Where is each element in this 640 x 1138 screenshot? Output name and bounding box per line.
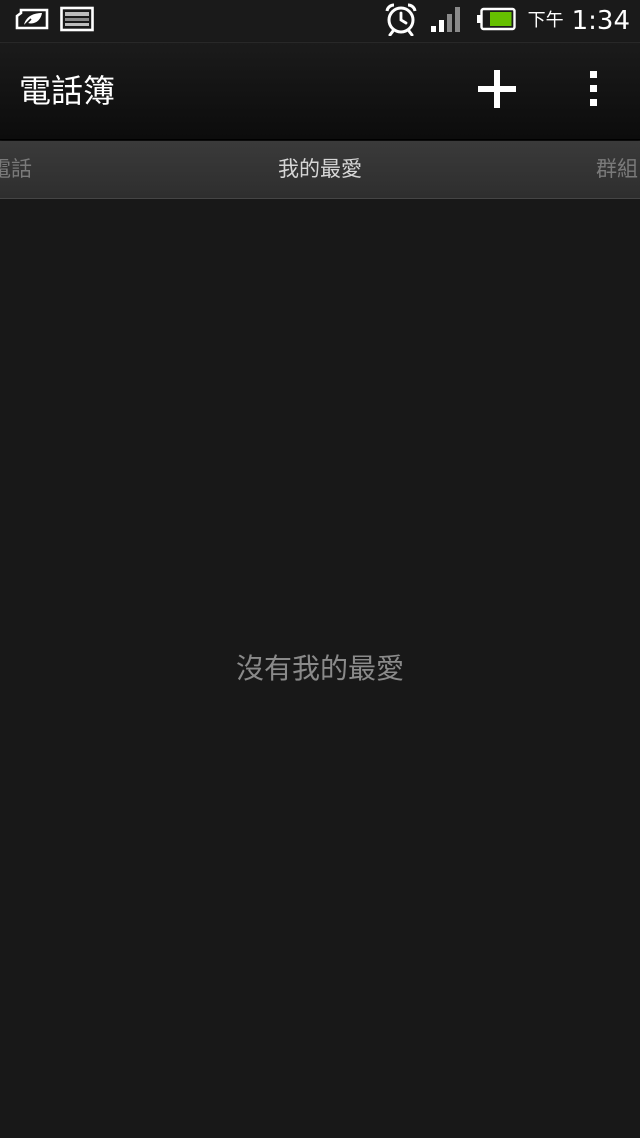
power-saver-icon (14, 6, 50, 36)
signal-icon (430, 5, 464, 37)
tab-favorites[interactable]: 我的最愛 (0, 141, 640, 198)
phonebook-screen: 下午 1:34 電話簿 電話 我的最 (0, 0, 640, 1138)
status-ampm: 下午 (527, 10, 564, 31)
overflow-menu-icon (587, 69, 599, 113)
app-title: 電話簿 (19, 72, 116, 110)
plus-icon (477, 69, 517, 113)
add-contact-button[interactable] (467, 61, 527, 121)
status-bar-left (14, 0, 94, 42)
tab-groups[interactable]: 群組 (596, 141, 638, 198)
status-bar: 下午 1:34 (0, 0, 640, 43)
favorites-list: 沒有我的最愛 (0, 199, 640, 1138)
empty-favorites-message: 沒有我的最愛 (235, 652, 404, 685)
tab-strip: 電話 我的最愛 群組 (0, 141, 640, 199)
image-notification-icon (60, 6, 94, 36)
status-bar-right: 下午 1:34 (384, 0, 630, 42)
alarm-icon (384, 2, 418, 40)
status-time: 1:34 (571, 6, 630, 36)
overflow-menu-button[interactable] (563, 61, 623, 121)
battery-icon (476, 7, 516, 35)
action-bar: 電話簿 (0, 43, 640, 140)
